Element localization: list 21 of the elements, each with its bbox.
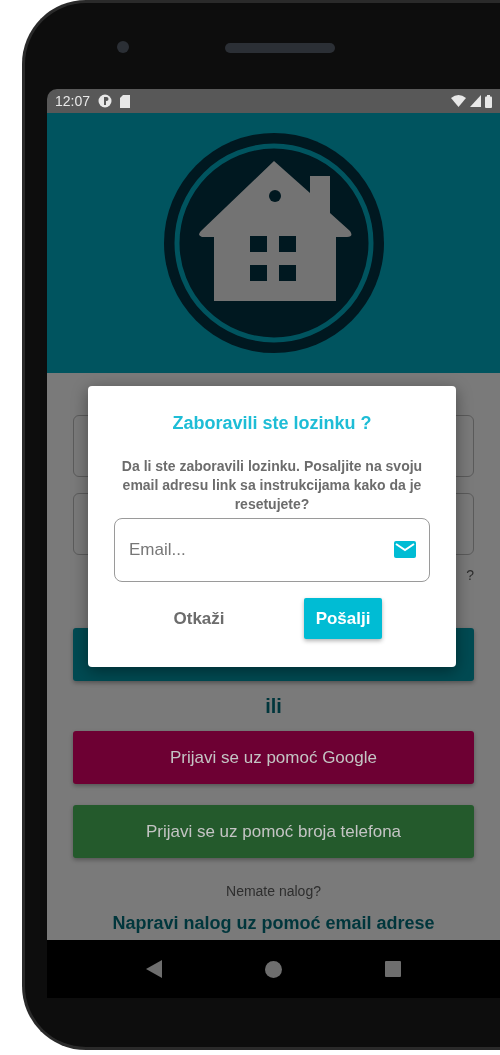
sd-card-icon xyxy=(120,94,131,108)
signal-icon xyxy=(470,95,481,107)
wifi-icon xyxy=(451,95,466,107)
email-field[interactable]: Email... xyxy=(114,517,430,582)
signup-link[interactable]: Napravi nalog uz pomoć email adrese xyxy=(73,910,474,937)
separator-text: ili xyxy=(265,695,282,717)
home-icon[interactable] xyxy=(265,960,282,978)
forgot-password-link[interactable]: ? xyxy=(466,567,474,583)
phone-signin-button[interactable]: Prijavi se uz pomoć broja telefona xyxy=(73,805,474,858)
battery-icon xyxy=(485,94,492,108)
dialog-message: Da li ste zaboravili lozinku. Posaljite na svoju email adresu link sa instrukcijama kako da je resetujete? xyxy=(121,458,423,512)
recents-icon[interactable] xyxy=(384,961,401,977)
house-logo-icon xyxy=(161,133,386,353)
google-signin-button[interactable]: Prijavi se uz pomoć Google xyxy=(73,731,474,784)
notification-icon xyxy=(98,94,113,108)
cancel-button[interactable]: Otkaži xyxy=(161,597,237,640)
dialog-title: Zaboravili ste lozinku ? xyxy=(172,413,372,433)
camera-icon xyxy=(117,41,129,53)
back-icon[interactable] xyxy=(146,960,163,978)
status-time: 12:07 xyxy=(55,91,91,111)
signup-prompt: Nemate nalog? xyxy=(226,883,321,899)
